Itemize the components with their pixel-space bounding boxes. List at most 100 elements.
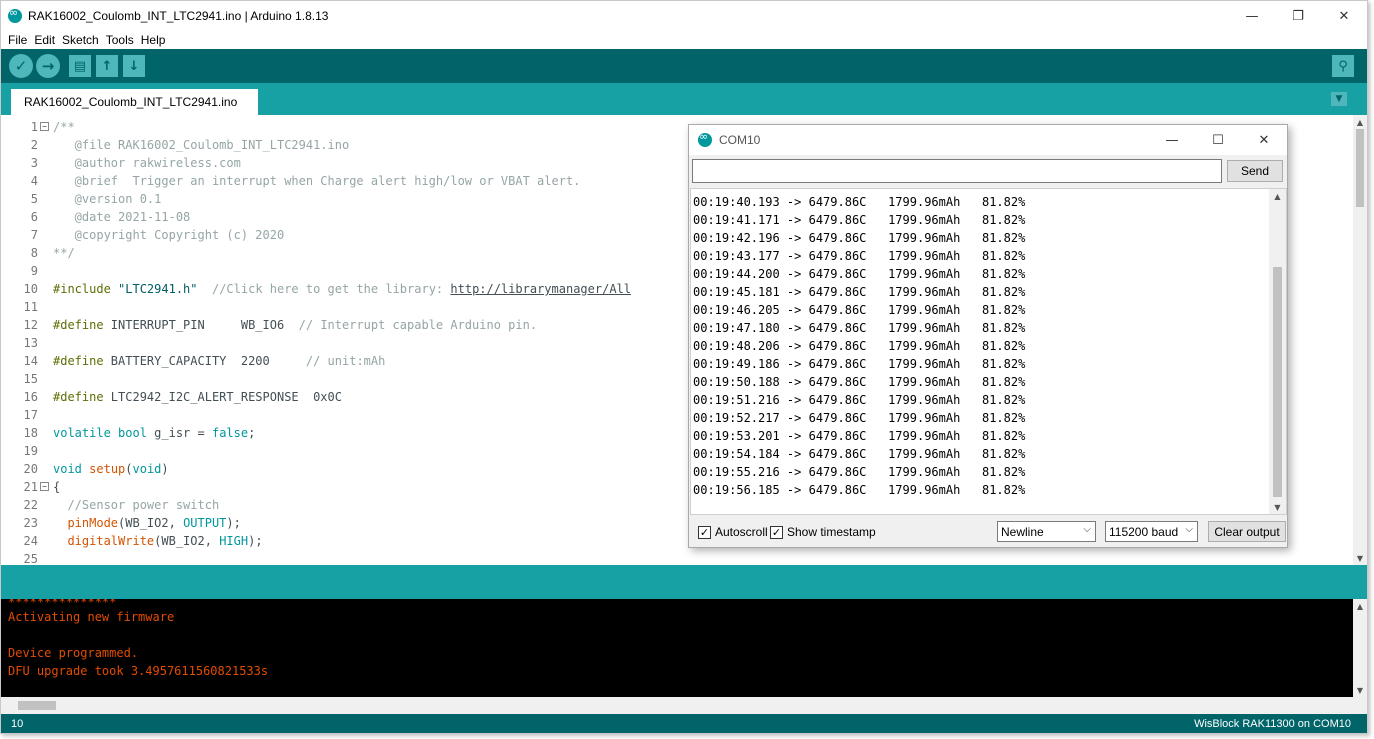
code-token: (WB_IO2, [154, 534, 220, 548]
line-ending-select[interactable]: Newline ⌵ [997, 521, 1096, 542]
line-number: 25 [23, 552, 38, 565]
function-token: pinMode [67, 516, 119, 530]
code-line: /** [53, 120, 75, 134]
code-token: ); [226, 516, 241, 530]
serial-output[interactable]: 00:19:40.193 -> 6479.86C 1799.96mAh 81.8… [690, 188, 1287, 515]
autoscroll-checkbox[interactable]: ✓ Autoscroll [698, 525, 768, 539]
scroll-down-icon[interactable]: ▼ [1353, 551, 1367, 565]
line-number: 14 [23, 354, 38, 368]
upload-button[interactable]: → [36, 54, 60, 78]
line-number: 22 [23, 498, 38, 512]
close-button[interactable]: ✕ [1321, 1, 1367, 31]
serial-line: 00:19:50.188 -> 6479.86C 1799.96mAh 81.8… [693, 375, 1026, 389]
scrollbar-thumb[interactable] [1356, 129, 1364, 207]
serial-vertical-scrollbar[interactable]: ▲ ▼ [1269, 189, 1286, 514]
comment-token: //Click here to get the library: [197, 282, 451, 296]
line-number: 13 [23, 336, 38, 350]
keyword-token: bool [118, 426, 147, 440]
tab-bar: RAK16002_Coulomb_INT_LTC2941.ino ▼ [1, 83, 1367, 115]
scrollbar-thumb[interactable] [18, 701, 56, 710]
restore-button[interactable]: ❐ [1275, 1, 1321, 31]
serial-line: 00:19:48.206 -> 6479.86C 1799.96mAh 81.8… [693, 339, 1026, 353]
serial-maximize-button[interactable]: ☐ [1195, 125, 1241, 155]
console-line: DFU upgrade took 3.4957611560821533s [8, 664, 269, 678]
serial-line: 00:19:45.181 -> 6479.86C 1799.96mAh 81.8… [693, 285, 1026, 299]
output-console[interactable]: *************** Activating new firmware … [1, 599, 1367, 697]
keyword-token: HIGH [219, 534, 249, 548]
scroll-up-icon[interactable]: ▲ [1269, 189, 1286, 203]
autoscroll-label: Autoscroll [715, 525, 768, 539]
clear-output-button[interactable]: Clear output [1208, 521, 1286, 542]
line-number: 7 [30, 228, 38, 242]
preprocessor-token: #define [53, 318, 111, 332]
serial-monitor-button[interactable]: ⚲ [1332, 55, 1354, 77]
baud-rate-select[interactable]: 115200 baud ⌵ [1105, 521, 1198, 542]
preprocessor-token: #define [53, 354, 111, 368]
menu-edit[interactable]: Edit [34, 33, 55, 47]
menu-bar: File Edit Sketch Tools Help [1, 31, 1367, 49]
line-number: 15 [23, 372, 38, 386]
line-number: 11 [23, 300, 38, 314]
save-sketch-button[interactable]: ↓ [123, 55, 145, 77]
keyword-token: false [211, 426, 249, 440]
menu-file[interactable]: File [8, 33, 27, 47]
board-port-label: WisBlock RAK11300 on COM10 [1194, 718, 1351, 730]
menu-tools[interactable]: Tools [106, 33, 134, 47]
new-sketch-button[interactable]: ▤ [69, 55, 91, 77]
code-line: @copyright Copyright (c) 2020 [53, 228, 285, 242]
preprocessor-token: #include [53, 282, 119, 296]
console-line: Activating new firmware [8, 610, 175, 624]
serial-line: 00:19:40.193 -> 6479.86C 1799.96mAh 81.8… [693, 195, 1026, 209]
code-token: g_isr = [146, 426, 212, 440]
string-token: "LTC2941.h" [118, 282, 198, 296]
arduino-logo-icon [8, 6, 22, 23]
scroll-down-icon[interactable]: ▼ [1353, 683, 1367, 697]
code-line: @brief Trigger an interrupt when Charge … [53, 174, 581, 188]
serial-monitor-window: COM10 — ☐ ✕ Send 00:19:40.193 -> 6479.86… [688, 124, 1288, 548]
scroll-up-icon[interactable]: ▲ [1353, 115, 1367, 129]
console-vertical-scrollbar[interactable]: ▲ ▼ [1353, 599, 1367, 697]
chevron-down-icon: ▼ [1335, 94, 1343, 104]
serial-window-controls: — ☐ ✕ [1149, 125, 1287, 155]
line-number: 1 [30, 120, 38, 134]
serial-minimize-button[interactable]: — [1149, 125, 1195, 155]
line-number: 16 [23, 390, 38, 404]
line-number: 10 [23, 282, 38, 296]
serial-title-bar: COM10 — ☐ ✕ [689, 125, 1287, 155]
scroll-down-icon[interactable]: ▼ [1269, 500, 1286, 514]
fold-marker[interactable]: − [40, 482, 49, 491]
library-link[interactable]: http://librarymanager/All [450, 282, 631, 296]
show-timestamp-checkbox[interactable]: ✓ Show timestamp [770, 525, 876, 539]
editor-vertical-scrollbar[interactable]: ▲ ▼ [1353, 115, 1367, 565]
serial-line: 00:19:42.196 -> 6479.86C 1799.96mAh 81.8… [693, 231, 1026, 245]
tab-sketch[interactable]: RAK16002_Coulomb_INT_LTC2941.ino [11, 89, 258, 115]
serial-line: 00:19:49.186 -> 6479.86C 1799.96mAh 81.8… [693, 357, 1026, 371]
verify-button[interactable]: ✓ [9, 54, 33, 78]
minimize-button[interactable]: — [1229, 1, 1275, 31]
scrollbar-thumb[interactable] [1273, 267, 1282, 497]
serial-line: 00:19:53.201 -> 6479.86C 1799.96mAh 81.8… [693, 429, 1026, 443]
line-number: 17 [23, 408, 38, 422]
scroll-up-icon[interactable]: ▲ [1353, 599, 1367, 613]
send-button[interactable]: Send [1227, 160, 1283, 182]
window-controls: — ❐ ✕ [1229, 1, 1367, 31]
serial-close-button[interactable]: ✕ [1241, 125, 1287, 155]
fold-marker[interactable]: − [40, 122, 49, 131]
arduino-logo-icon [698, 130, 712, 147]
menu-help[interactable]: Help [141, 33, 166, 47]
menu-sketch[interactable]: Sketch [62, 33, 99, 47]
serial-send-input[interactable] [692, 159, 1222, 183]
serial-line: 00:19:56.185 -> 6479.86C 1799.96mAh 81.8… [693, 483, 1026, 497]
checkmark-icon: ✓ [14, 57, 28, 75]
chevron-down-icon: ⌵ [1083, 524, 1091, 535]
line-number: 3 [30, 156, 38, 170]
code-line: //Sensor power switch [53, 498, 220, 512]
open-sketch-button[interactable]: ↑ [96, 55, 118, 77]
code-token: INTERRUPT_PIN WB_IO6 [110, 318, 299, 332]
arrow-down-icon: ↓ [128, 58, 140, 74]
chevron-down-icon: ⌵ [1185, 524, 1193, 535]
tab-menu-button[interactable]: ▼ [1331, 92, 1347, 106]
line-number: 19 [23, 444, 38, 458]
console-horizontal-scrollbar[interactable] [1, 697, 1367, 714]
line-number: 23 [23, 516, 38, 530]
